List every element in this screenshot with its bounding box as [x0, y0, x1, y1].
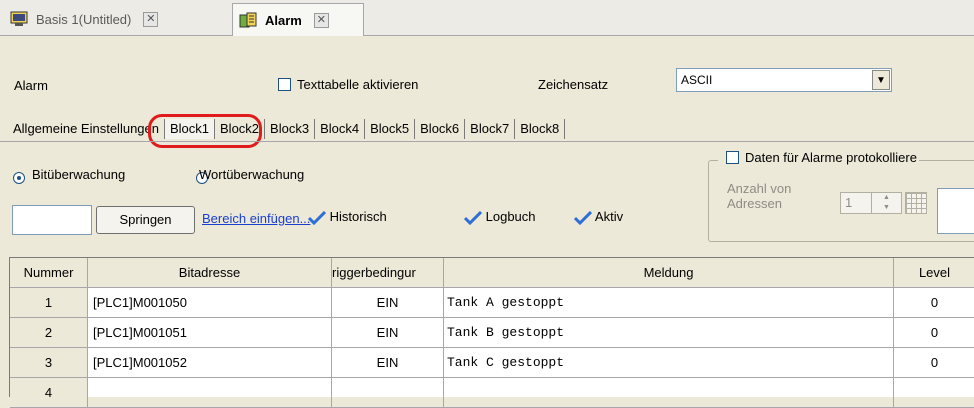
history-label: Historisch — [329, 209, 387, 224]
alarm-label: Alarm — [14, 78, 48, 93]
protocol-title: Daten für Alarme protokolliere — [745, 150, 917, 165]
row-number: 4 — [10, 378, 88, 408]
header-trigger[interactable]: riggerbedingur — [332, 258, 444, 288]
texttable-checkbox[interactable] — [278, 78, 291, 91]
level-cell[interactable] — [894, 378, 974, 408]
charset-select[interactable]: ASCII ▼ — [676, 68, 892, 92]
header-number[interactable]: Nummer — [10, 258, 88, 288]
address-input[interactable] — [937, 188, 974, 234]
table-row[interactable]: 1 [PLC1]M001050 EIN Tank A gestoppt 0 — [10, 288, 974, 318]
table-row[interactable]: 2 [PLC1]M001051 EIN Tank B gestoppt 0 — [10, 318, 974, 348]
active-label: Aktiv — [594, 209, 624, 224]
bit-address-cell[interactable]: [PLC1]M001050 — [88, 288, 332, 318]
protocol-checkbox[interactable] — [726, 151, 739, 164]
tab-block4[interactable]: Block4 — [315, 119, 366, 139]
tab-block6[interactable]: Block6 — [415, 119, 466, 139]
tab-block5[interactable]: Block5 — [365, 119, 416, 139]
checkmark-icon — [308, 210, 326, 225]
charset-label: Zeichensatz — [538, 77, 609, 92]
monitor-icon — [10, 11, 28, 27]
logbook-label: Logbuch — [485, 209, 536, 224]
bit-monitoring-radio[interactable] — [13, 171, 25, 184]
doc-tab-label: Basis 1(Untitled) — [36, 11, 132, 27]
row-number: 2 — [10, 318, 88, 348]
tab-block3[interactable]: Block3 — [265, 119, 316, 139]
jump-input[interactable] — [12, 205, 92, 235]
row-number: 1 — [10, 288, 88, 318]
tab-block7[interactable]: Block7 — [465, 119, 516, 139]
message-cell[interactable]: Tank A gestoppt — [444, 288, 894, 318]
bit-address-cell[interactable]: [PLC1]M001052 — [88, 348, 332, 378]
alarm-table: Nummer Bitadresse riggerbedingur Meldung… — [9, 257, 974, 408]
level-cell[interactable]: 0 — [894, 288, 974, 318]
message-cell[interactable]: Tank C gestoppt — [444, 348, 894, 378]
address-count-stepper: 1 ▲ ▼ — [840, 192, 902, 214]
chevron-down-icon[interactable]: ▼ — [872, 70, 890, 90]
table-header: Nummer Bitadresse riggerbedingur Meldung… — [10, 258, 974, 288]
bit-monitoring-label: Bitüberwachung — [32, 167, 126, 182]
word-monitoring-label: Wortüberwachung — [199, 167, 305, 182]
checkmark-icon — [464, 210, 482, 225]
row-number: 3 — [10, 348, 88, 378]
bit-address-cell[interactable] — [88, 378, 332, 408]
tab-panel-border — [0, 141, 974, 142]
level-cell[interactable]: 0 — [894, 348, 974, 378]
alarm-panel-icon — [239, 12, 257, 28]
stepper-up-icon: ▲ — [883, 194, 890, 201]
address-count-label-line1: Anzahl von — [727, 181, 792, 196]
active-toggle[interactable]: Aktiv — [574, 209, 623, 225]
address-count-label-line2: Adressen — [727, 196, 782, 211]
protocol-checkbox-row[interactable]: Daten für Alarme protokolliere — [718, 150, 919, 165]
message-cell[interactable] — [444, 378, 894, 408]
stepper-down-icon: ▼ — [883, 204, 890, 211]
tab-block8[interactable]: Block8 — [515, 119, 566, 139]
message-cell[interactable]: Tank B gestoppt — [444, 318, 894, 348]
address-count-label: Anzahl von Adressen — [727, 181, 791, 211]
insert-range-link[interactable]: Bereich einfügen... — [202, 211, 310, 226]
bit-address-cell[interactable]: [PLC1]M001051 — [88, 318, 332, 348]
doc-tab-basis[interactable]: Basis 1(Untitled) ✕ — [4, 3, 230, 35]
checkmark-icon — [574, 210, 592, 225]
jump-button[interactable]: Springen — [96, 206, 195, 234]
charset-value: ASCII — [681, 73, 713, 87]
header-bit-address[interactable]: Bitadresse — [88, 258, 332, 288]
logbook-toggle[interactable]: Logbuch — [464, 209, 536, 225]
address-count-value: 1 — [845, 195, 853, 210]
tab-general-settings[interactable]: Allgemeine Einstellungen — [8, 119, 165, 139]
trigger-cell[interactable]: EIN — [332, 318, 444, 348]
level-cell[interactable]: 0 — [894, 318, 974, 348]
trigger-cell[interactable] — [332, 378, 444, 408]
doc-tab-alarm[interactable]: Alarm ✕ — [232, 3, 364, 36]
block-tab-strip: Allgemeine Einstellungen Block1 Block2 B… — [8, 117, 566, 141]
header-level[interactable]: Level — [894, 258, 974, 288]
table-row[interactable]: 3 [PLC1]M001052 EIN Tank C gestoppt 0 — [10, 348, 974, 378]
table-row[interactable]: 4 — [10, 378, 974, 408]
doc-tab-label: Alarm — [265, 12, 302, 28]
trigger-cell[interactable]: EIN — [332, 348, 444, 378]
history-toggle[interactable]: Historisch — [308, 209, 387, 225]
close-icon[interactable]: ✕ — [143, 11, 159, 27]
header-message[interactable]: Meldung — [444, 258, 894, 288]
close-icon[interactable]: ✕ — [313, 12, 329, 28]
texttable-label: Texttabelle aktivieren — [297, 77, 419, 92]
highlight-annotation — [148, 114, 262, 148]
grid-icon — [905, 192, 927, 214]
trigger-cell[interactable]: EIN — [332, 288, 444, 318]
